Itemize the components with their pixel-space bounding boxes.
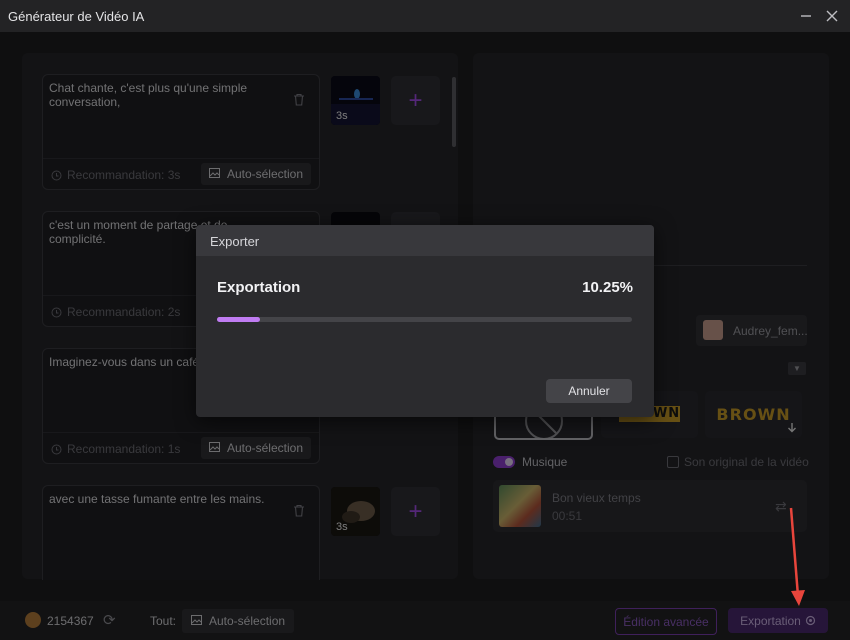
window-title: Générateur de Vidéo IA	[8, 8, 145, 24]
dialog-title: Exporter	[210, 234, 260, 249]
export-percent: 10.25%	[582, 279, 633, 296]
cancel-button[interactable]: Annuler	[546, 379, 632, 403]
export-progress-fill	[217, 317, 260, 322]
export-progress-bar	[217, 317, 632, 322]
close-icon	[826, 10, 838, 22]
export-status-label: Exportation	[217, 279, 301, 296]
close-window-button[interactable]	[823, 7, 841, 25]
title-bar: Générateur de Vidéo IA	[0, 0, 850, 32]
minimize-button[interactable]	[797, 7, 815, 25]
export-dialog: Exporter Exportation 10.25% Annuler	[196, 225, 654, 417]
dialog-header: Exporter	[196, 225, 654, 256]
minimize-icon	[801, 15, 811, 17]
